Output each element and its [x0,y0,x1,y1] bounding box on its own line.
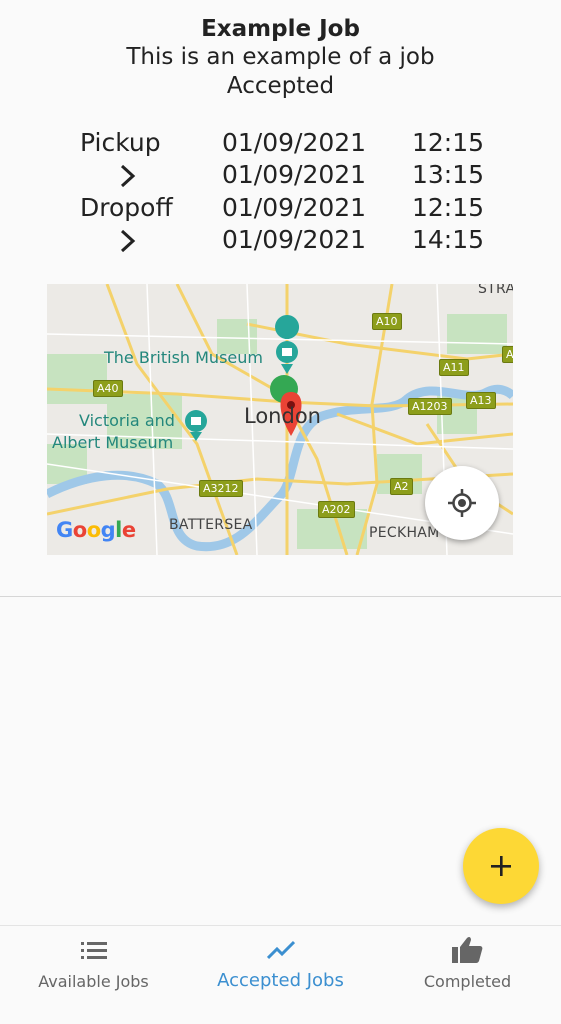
plus-icon [491,856,511,876]
pickup-start-time: 12:15 [412,128,485,157]
pickup-start-row: Pickup 01/09/2021 12:15 [0,128,561,160]
road-badge-a202: A202 [318,501,355,518]
road-badge-a10: A10 [372,313,402,330]
dropoff-start-row: Dropoff 01/09/2021 12:15 [0,193,561,225]
my-location-button[interactable] [425,466,499,540]
map-label-va-museum-2: Albert Museum [52,433,174,452]
my-location-icon [448,489,476,517]
road-badge-a3212: A3212 [199,480,243,497]
dropoff-label: Dropoff [80,193,173,222]
road-badge-a13: A13 [466,392,496,409]
tab-available-jobs-label: Available Jobs [38,972,149,991]
road-badge-a1203: A1203 [408,398,452,415]
job-status: Accepted [226,73,335,99]
pickup-end-date: 01/09/2021 [222,160,367,189]
dropoff-start-date: 01/09/2021 [222,193,367,222]
pickup-start-date: 01/09/2021 [222,128,367,157]
bottom-navigation: Available Jobs Accepted Jobs Completed [0,925,561,1024]
tab-completed-label: Completed [423,972,512,991]
tab-accepted-jobs[interactable]: Accepted Jobs [187,926,374,1024]
tab-accepted-jobs-label: Accepted Jobs [217,970,344,991]
pickup-end-row: 01/09/2021 13:15 [0,160,561,192]
road-badge-a: A [502,346,513,363]
job-title: Example Job [201,16,360,42]
pickup-end-time: 13:15 [412,160,485,189]
trending-up-icon [266,940,295,960]
dropoff-start-time: 12:15 [412,193,485,222]
google-logo: Google [56,518,136,542]
road-badge-a40: A40 [93,380,123,397]
chevron-right-icon [120,164,136,188]
tab-available-jobs[interactable]: Available Jobs [0,926,187,1024]
divider [0,596,561,597]
map-label-battersea: BATTERSEA [169,517,253,533]
map-label-british-museum: The British Museum [104,348,263,367]
pickup-label: Pickup [80,128,161,157]
road-badge-a11: A11 [439,359,469,376]
map-label-va-museum-1: Victoria and [79,411,175,430]
dropoff-end-row: 01/09/2021 14:15 [0,225,561,257]
job-description: This is an example of a job [126,44,435,70]
dropoff-end-date: 01/09/2021 [222,225,367,254]
road-badge-a2: A2 [390,478,413,495]
thumbs-up-icon [451,936,482,963]
chevron-right-icon [120,229,136,253]
map-label-strand: STRA [478,284,513,297]
map-label-london: London [244,404,321,428]
tab-completed[interactable]: Completed [374,926,561,1024]
map-label-peckham: PECKHAM [369,525,440,541]
add-job-button[interactable] [463,828,539,904]
list-icon [80,942,107,959]
job-map[interactable]: The British Museum Victoria and Albert M… [47,284,513,555]
dropoff-end-time: 14:15 [412,225,485,254]
